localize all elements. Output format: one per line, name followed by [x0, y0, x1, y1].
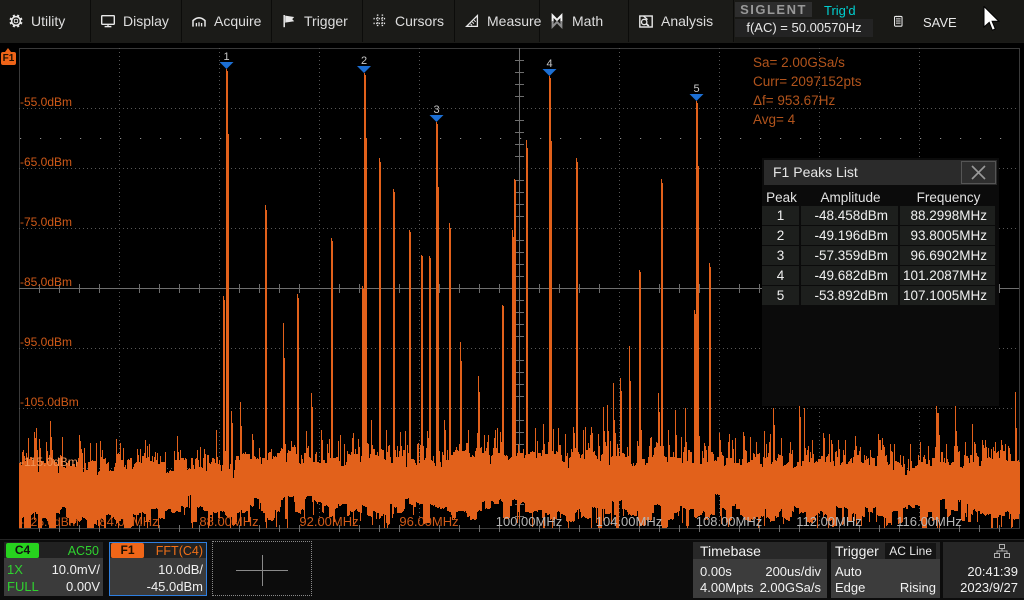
svg-text:108.00MHz: 108.00MHz	[696, 514, 762, 529]
svg-text:3: 3	[433, 104, 439, 116]
svg-text:Curr= 2097152pts: Curr= 2097152pts	[753, 74, 862, 89]
svg-text:-95.0dBm: -95.0dBm	[20, 335, 72, 349]
svg-text:4: 4	[546, 58, 552, 70]
svg-text:-115.0dBm: -115.0dBm	[20, 455, 78, 469]
svg-text:Δf= 953.67Hz: Δf= 953.67Hz	[753, 93, 835, 108]
svg-text:Sa= 2.00GSa/s: Sa= 2.00GSa/s	[753, 55, 845, 70]
svg-text:-75.0dBm: -75.0dBm	[20, 215, 72, 229]
svg-text:-55.0dBm: -55.0dBm	[20, 95, 72, 109]
svg-text:2: 2	[361, 55, 367, 67]
svg-text:112.00MHz: 112.00MHz	[796, 514, 862, 529]
svg-text:104.00MHz: 104.00MHz	[596, 514, 662, 529]
svg-text:5: 5	[693, 83, 699, 95]
svg-text:100.00MHz: 100.00MHz	[496, 514, 562, 529]
svg-text:1: 1	[223, 51, 229, 63]
svg-text:116.00MHz: 116.00MHz	[896, 514, 962, 529]
svg-text:-105.0dBm: -105.0dBm	[20, 395, 79, 409]
svg-text:Avg= 4: Avg= 4	[753, 112, 796, 127]
svg-text:-85.0dBm: -85.0dBm	[20, 275, 72, 289]
svg-text:-65.0dBm: -65.0dBm	[20, 155, 72, 169]
